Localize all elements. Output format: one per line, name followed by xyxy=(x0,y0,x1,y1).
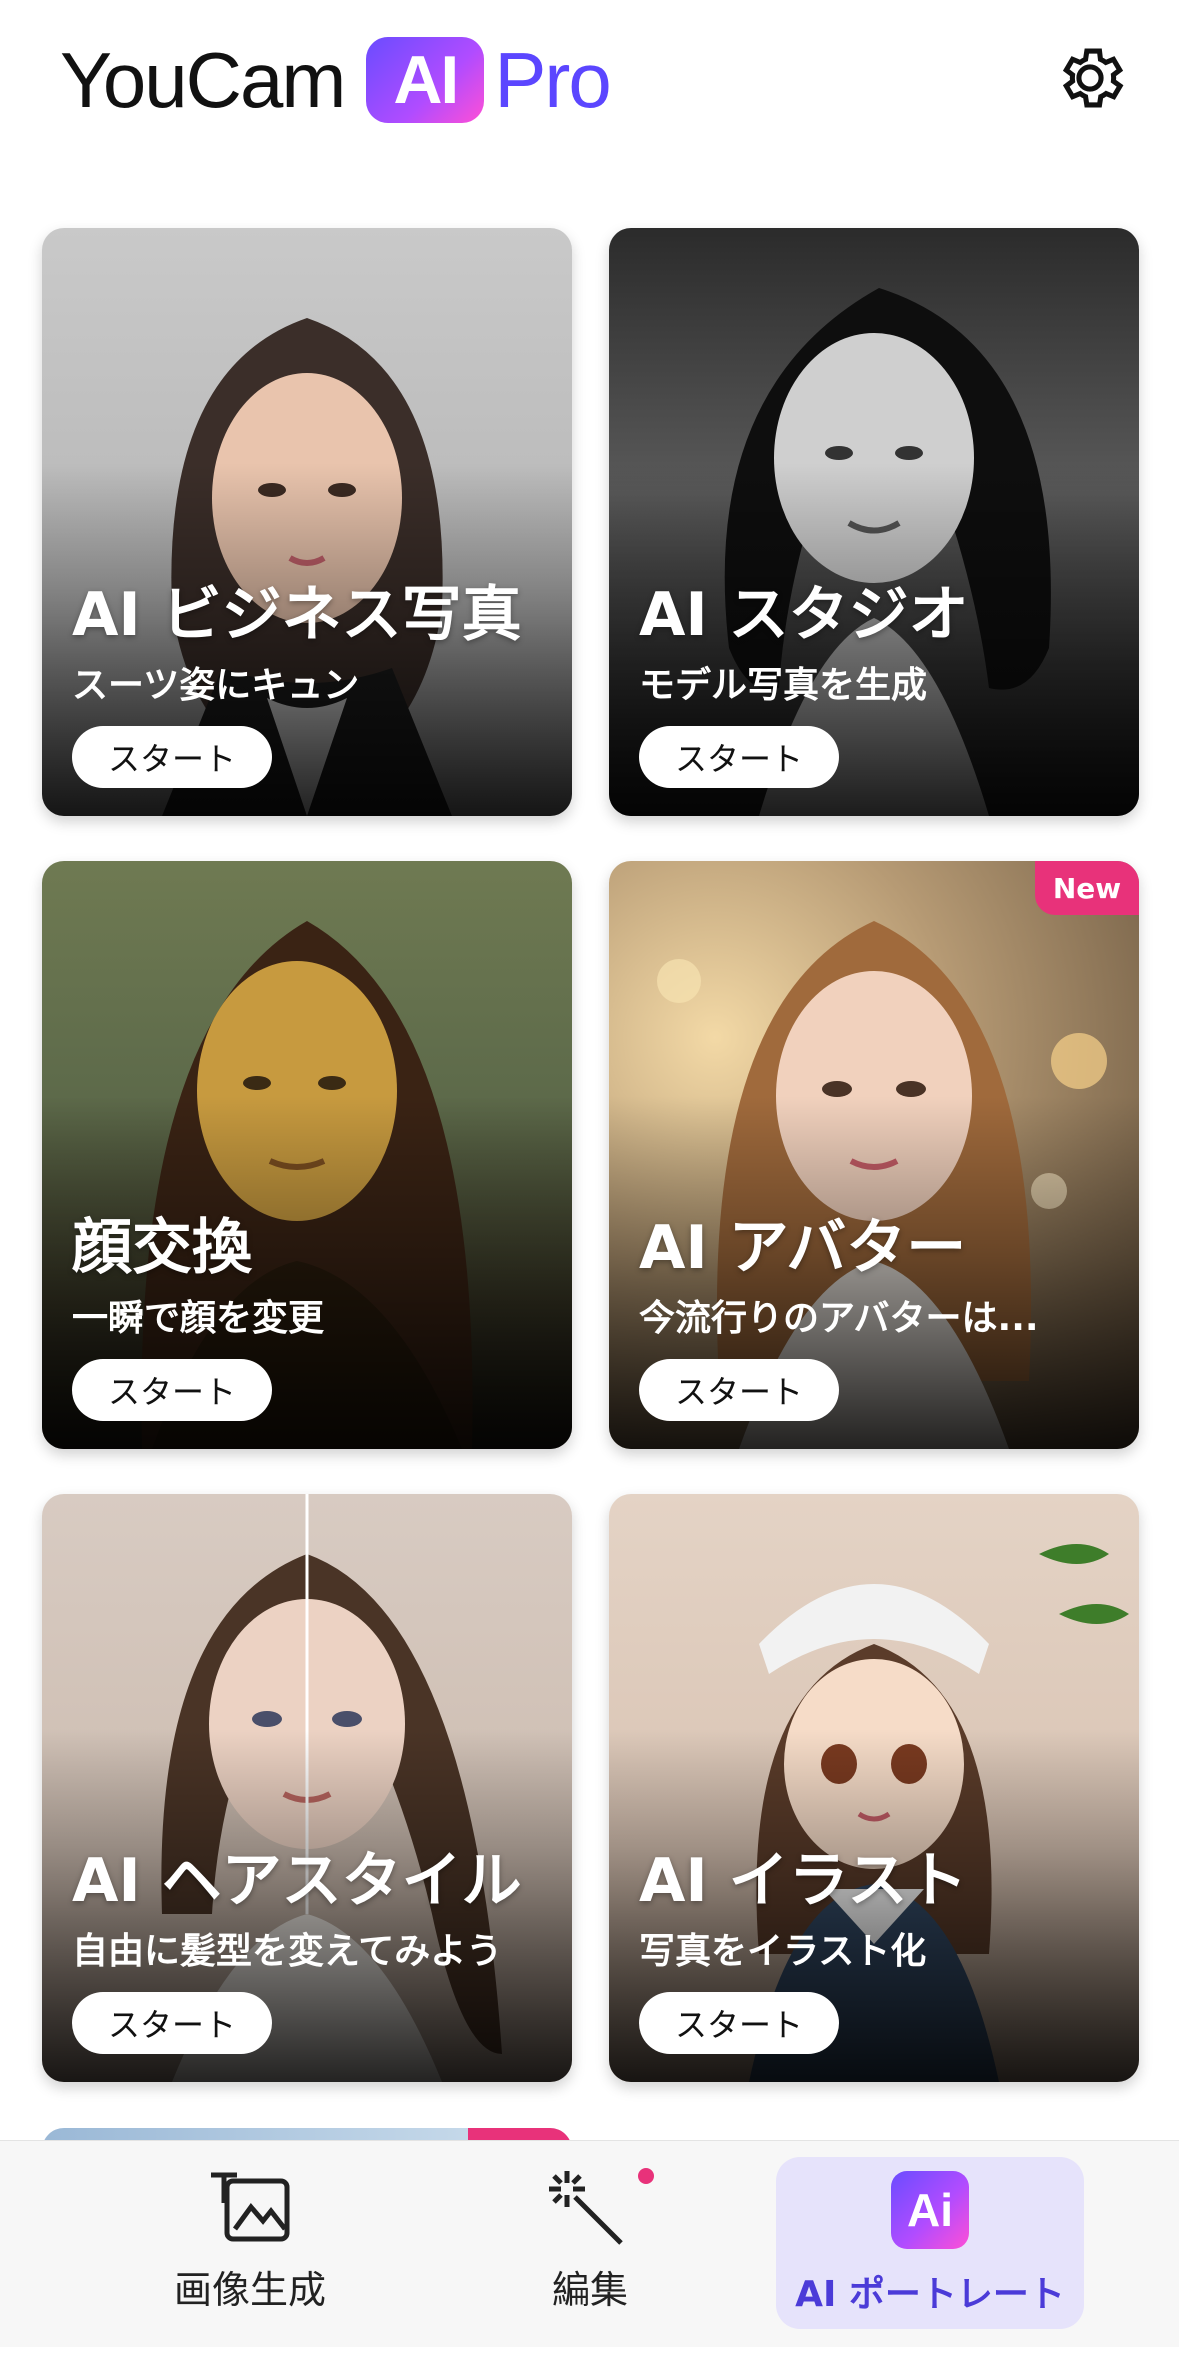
card-face-swap[interactable]: 顔交換 一瞬で顔を変更 スタート xyxy=(42,861,572,1449)
start-button[interactable]: スタート xyxy=(72,726,272,788)
nav-label: 編集 xyxy=(551,2268,628,2312)
card-ai-avatar[interactable]: New AI アバター 今流行りのアバターは... スタート xyxy=(609,861,1139,1449)
nav-label: AI ポートレート xyxy=(795,2274,1065,2315)
notification-dot xyxy=(638,2168,654,2184)
start-button[interactable]: スタート xyxy=(72,1359,272,1421)
card-ai-illustration[interactable]: AI イラスト 写真をイラスト化 スタート xyxy=(609,1494,1139,2082)
nav-item-image-generate[interactable]: 画像生成 xyxy=(150,2167,350,2373)
gear-icon xyxy=(1062,48,1124,108)
settings-button[interactable] xyxy=(1052,40,1128,116)
nav-item-edit[interactable]: 編集 xyxy=(490,2167,690,2373)
bottom-nav: 画像生成 編集 Ai AI ポートレート xyxy=(0,2140,1179,2347)
card-subtitle: 自由に髪型を変えてみよう xyxy=(72,1931,503,1972)
card-subtitle: モデル写真を生成 xyxy=(639,665,928,706)
card-ai-studio[interactable]: AI スタジオ モデル写真を生成 スタート xyxy=(609,228,1139,816)
card-title: AI アバター xyxy=(639,1213,967,1283)
card-subtitle: 一瞬で顔を変更 xyxy=(72,1298,325,1339)
ai-portrait-icon: Ai xyxy=(891,2171,969,2249)
card-title: 顔交換 xyxy=(72,1213,252,1283)
card-ai-hairstyle[interactable]: AI ヘアスタイル 自由に髪型を変えてみよう スタート xyxy=(42,1494,572,2082)
start-button[interactable]: スタート xyxy=(639,1359,839,1421)
start-button[interactable]: スタート xyxy=(639,1992,839,2054)
card-title: AI ビジネス写真 xyxy=(72,580,522,650)
magic-wand-icon xyxy=(549,2171,623,2245)
app-header: YouCam AI Pro xyxy=(0,0,1179,170)
card-subtitle: 今流行りのアバターは... xyxy=(639,1298,1039,1339)
app-logo: YouCam AI Pro xyxy=(60,30,612,130)
card-title: AI ヘアスタイル xyxy=(72,1846,522,1916)
new-badge: New xyxy=(1035,861,1139,915)
logo-pro: Pro xyxy=(494,35,611,124)
card-ai-business-photo[interactable]: AI ビジネス写真 スーツ姿にキュン スタート xyxy=(42,228,572,816)
logo-ai-badge: AI xyxy=(366,37,485,123)
nav-label: 画像生成 xyxy=(173,2268,326,2312)
card-subtitle: スーツ姿にキュン xyxy=(72,665,360,706)
start-button[interactable]: スタート xyxy=(639,726,839,788)
nav-item-ai-portrait[interactable]: Ai AI ポートレート xyxy=(776,2171,1084,2377)
start-button[interactable]: スタート xyxy=(72,1992,272,2054)
logo-word: YouCam xyxy=(60,35,346,124)
card-subtitle: 写真をイラスト化 xyxy=(639,1931,927,1972)
image-generate-icon xyxy=(211,2172,290,2242)
card-title: AI イラスト xyxy=(639,1846,968,1916)
card-title: AI スタジオ xyxy=(639,580,969,650)
